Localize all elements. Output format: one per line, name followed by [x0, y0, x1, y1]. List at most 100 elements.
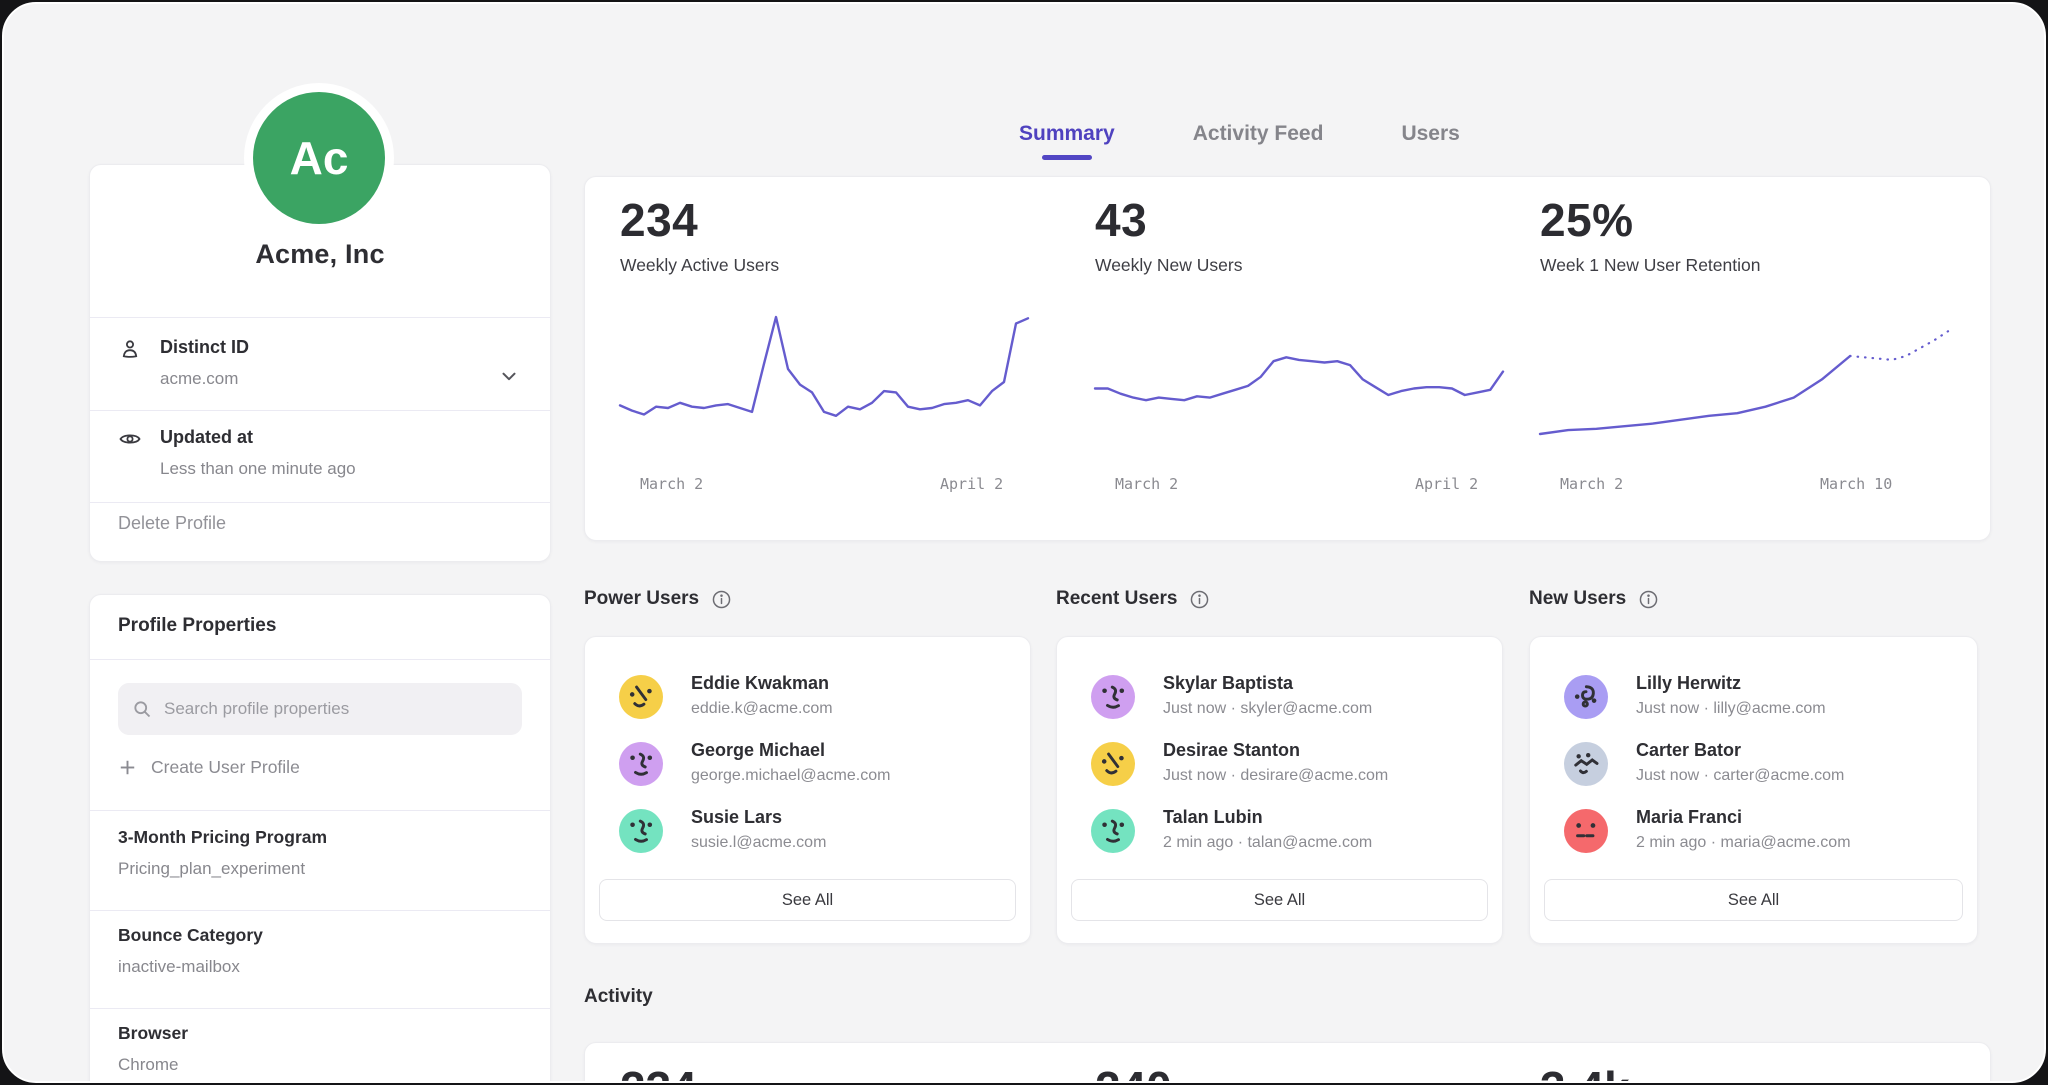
property-label: Browser [118, 1023, 188, 1044]
activity-card: 234 240 3.4k [584, 1042, 1991, 1083]
user-row[interactable]: Lilly Herwitz Just now · lilly@acme.com [1564, 673, 1943, 729]
user-row[interactable]: George Michael george.michael@acme.com [619, 740, 996, 796]
avatar: Ac [253, 92, 385, 224]
see-all-button[interactable]: See All [1071, 879, 1488, 921]
divider [90, 410, 550, 411]
x-axis-label-right: April 2 [940, 475, 1003, 493]
user-name: Lilly Herwitz [1636, 673, 1741, 694]
user-list-card-recent-users: Skylar Baptista Just now · skyler@acme.c… [1056, 636, 1503, 944]
user-subtext: 2 min ago · talan@acme.com [1163, 834, 1372, 852]
property-value: Pricing_plan_experiment [118, 859, 327, 879]
user-name: Maria Franci [1636, 807, 1742, 828]
user-row[interactable]: Desirae Stanton Just now · desirare@acme… [1091, 740, 1468, 796]
search-profile-properties[interactable] [118, 683, 522, 735]
tab-summary[interactable]: Summary [1019, 122, 1115, 160]
tab-label: Summary [1019, 122, 1115, 145]
user-name: Eddie Kwakman [691, 673, 829, 694]
user-name: Desirae Stanton [1163, 740, 1300, 761]
user-subtext: Just now · lilly@acme.com [1636, 700, 1826, 718]
flat-face-icon [1564, 809, 1608, 853]
info-icon[interactable] [1189, 589, 1210, 610]
stat-column-3: 25% Week 1 New User Retention March 2 Ma… [1540, 177, 1970, 540]
x-axis-label-left: March 2 [640, 475, 703, 493]
property-label: Bounce Category [118, 925, 263, 946]
property-item: Browser Chrome [118, 1023, 188, 1075]
user-row[interactable]: Talan Lubin 2 min ago · talan@acme.com [1091, 807, 1468, 863]
chart-x-axis: March 2 April 2 [620, 475, 1050, 497]
see-all-button[interactable]: See All [1544, 879, 1963, 921]
squiggle-face-icon [1091, 675, 1135, 719]
user-name: Susie Lars [691, 807, 782, 828]
stat-value: 43 [1095, 193, 1147, 247]
tab-users[interactable]: Users [1401, 122, 1459, 160]
create-user-profile-button[interactable]: Create User Profile [118, 757, 300, 778]
zigzag-face-icon [1564, 742, 1608, 786]
squiggle-face-icon [619, 809, 663, 853]
user-subtext: Just now · desirare@acme.com [1163, 767, 1388, 785]
x-axis-label-right: March 10 [1820, 475, 1892, 493]
chart-x-axis: March 2 March 10 [1540, 475, 1970, 497]
section-header-power-users: Power Users [584, 588, 732, 610]
person-icon [118, 337, 142, 361]
summary-stats-card: 234 Weekly Active Users March 2 April 2 … [584, 176, 1991, 541]
property-value: inactive-mailbox [118, 957, 263, 977]
user-name: Carter Bator [1636, 740, 1741, 761]
create-user-profile-label: Create User Profile [151, 757, 300, 778]
squiggle-face-icon [619, 742, 663, 786]
user-name: Talan Lubin [1163, 807, 1263, 828]
see-all-button[interactable]: See All [599, 879, 1016, 921]
search-input[interactable] [162, 698, 508, 720]
active-tab-underline [1042, 155, 1092, 160]
profile-row-label: Updated at [160, 427, 253, 448]
user-subtext: george.michael@acme.com [691, 767, 890, 785]
user-row[interactable]: Maria Franci 2 min ago · maria@acme.com [1564, 807, 1943, 863]
search-icon [132, 699, 152, 719]
user-row[interactable]: Susie Lars susie.l@acme.com [619, 807, 996, 863]
stat-label: Weekly Active Users [620, 255, 779, 276]
user-subtext: 2 min ago · maria@acme.com [1636, 834, 1851, 852]
user-row[interactable]: Eddie Kwakman eddie.k@acme.com [619, 673, 996, 729]
divider [90, 659, 550, 660]
swirl-face-icon [1564, 675, 1608, 719]
tab-label: Activity Feed [1193, 122, 1324, 145]
user-list-card-power-users: Eddie Kwakman eddie.k@acme.com George Mi… [584, 636, 1031, 944]
stat-value: 234 [620, 193, 698, 247]
chevron-down-icon[interactable] [498, 365, 520, 387]
tab-activity-feed[interactable]: Activity Feed [1193, 122, 1324, 160]
delete-profile-button[interactable]: Delete Profile [118, 513, 226, 534]
stat-value: 25% [1540, 193, 1634, 247]
chart-x-axis: March 2 April 2 [1095, 475, 1525, 497]
profile-row-value: Less than one minute ago [160, 459, 356, 479]
user-row[interactable]: Skylar Baptista Just now · skyler@acme.c… [1091, 673, 1468, 729]
x-axis-label-right: April 2 [1415, 475, 1478, 493]
tab-label: Users [1401, 122, 1459, 145]
section-title: Power Users [584, 588, 699, 610]
user-name: George Michael [691, 740, 825, 761]
divider [90, 1008, 550, 1009]
activity-stat-value: 240 [1095, 1061, 1172, 1083]
divider [90, 317, 550, 318]
activity-stat-value: 3.4k [1540, 1061, 1630, 1083]
user-list-card-new-users: Lilly Herwitz Just now · lilly@acme.com … [1529, 636, 1978, 944]
user-subtext: Just now · carter@acme.com [1636, 767, 1844, 785]
info-icon[interactable] [711, 589, 732, 610]
profile-row-label: Distinct ID [160, 337, 249, 358]
profile-tabs: Summary Activity Feed Users [1019, 122, 1460, 160]
property-item: 3-Month Pricing Program Pricing_plan_exp… [118, 827, 327, 879]
activity-title: Activity [584, 986, 653, 1008]
profile-row-value: acme.com [160, 369, 238, 389]
wink-face-icon [1091, 742, 1135, 786]
stat-column-1: 234 Weekly Active Users March 2 April 2 [620, 177, 1050, 540]
user-subtext: Just now · skyler@acme.com [1163, 700, 1372, 718]
line-chart [614, 297, 1034, 457]
divider [90, 810, 550, 811]
x-axis-label-left: March 2 [1115, 475, 1178, 493]
stat-column-2: 43 Weekly New Users March 2 April 2 [1095, 177, 1525, 540]
stat-label: Weekly New Users [1095, 255, 1243, 276]
profile-properties-card: Profile Properties Create User Profile 3… [89, 594, 551, 1083]
info-icon[interactable] [1638, 589, 1659, 610]
activity-stat-value: 234 [620, 1061, 697, 1083]
user-name: Skylar Baptista [1163, 673, 1293, 694]
user-row[interactable]: Carter Bator Just now · carter@acme.com [1564, 740, 1943, 796]
plus-icon [118, 758, 137, 777]
